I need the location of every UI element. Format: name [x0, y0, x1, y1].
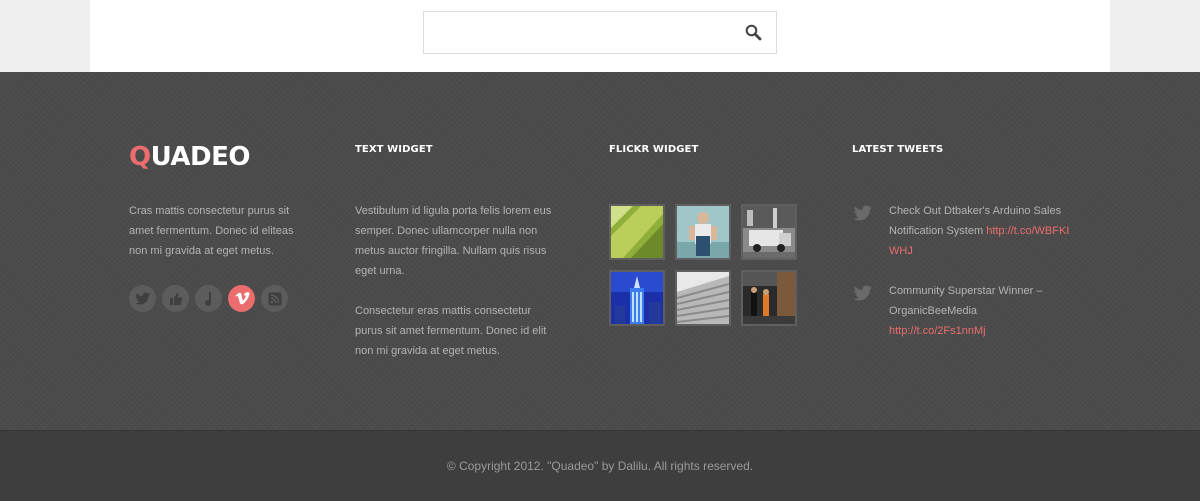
flickr-photo[interactable]	[741, 270, 797, 326]
copyright-text: © Copyright 2012. "Quadeo" by Dalilu. Al…	[446, 459, 754, 473]
search-input[interactable]	[424, 12, 724, 53]
vimeo-button[interactable]	[228, 285, 255, 312]
flickr-grid	[609, 204, 797, 326]
roof-lines-photo	[677, 272, 729, 324]
flickr-photo[interactable]	[675, 204, 731, 260]
rss-icon	[268, 292, 281, 305]
tweet-link[interactable]: http://t.co/2Fs1nnMj	[889, 325, 986, 337]
person-portrait-photo	[677, 206, 729, 258]
flickr-widget-title: FLICKR WIDGET	[609, 144, 699, 155]
search-icon	[745, 24, 761, 41]
social-links	[129, 285, 288, 312]
tweet-body: Community Superstar Winner – OrganicBeeM…	[889, 285, 1043, 317]
search-button[interactable]	[730, 12, 776, 53]
tweet-item: Community Superstar Winner – OrganicBeeM…	[852, 281, 1082, 341]
music-icon	[204, 291, 211, 306]
tweet-item: Check Out Dtbaker's Arduino Sales Notifi…	[852, 201, 1082, 261]
vimeo-icon	[234, 291, 250, 304]
logo[interactable]: QUADEO	[129, 141, 251, 173]
text-widget-paragraph: Consectetur eras mattis consectetur puru…	[355, 305, 547, 357]
flickr-photo[interactable]	[741, 204, 797, 260]
footer: QUADEO Cras mattis consectetur purus sit…	[0, 72, 1200, 430]
flickr-photo[interactable]	[609, 270, 665, 326]
like-button[interactable]	[162, 285, 189, 312]
latest-tweets-title: LATEST TWEETS	[852, 144, 944, 155]
flickr-photo[interactable]	[675, 270, 731, 326]
twitter-bird-icon	[853, 205, 872, 221]
search-box	[423, 11, 777, 54]
footer-bottom-bar: © Copyright 2012. "Quadeo" by Dalilu. Al…	[0, 430, 1200, 501]
flickr-photo[interactable]	[609, 204, 665, 260]
street-people-photo	[743, 272, 795, 324]
twitter-button[interactable]	[129, 285, 156, 312]
text-widget-paragraph: Vestibulum id ligula porta felis lorem e…	[355, 205, 552, 277]
twitter-icon	[135, 292, 150, 305]
music-button[interactable]	[195, 285, 222, 312]
text-widget-title: TEXT WIDGET	[355, 144, 433, 155]
tweet-text: Check Out Dtbaker's Arduino Sales Notifi…	[889, 201, 1079, 261]
city-tower-photo	[611, 272, 663, 324]
like-icon	[169, 292, 182, 305]
logo-accent-letter: Q	[129, 142, 151, 172]
brand-description: Cras mattis consectetur purus sit amet f…	[129, 205, 294, 257]
tweet-text: Community Superstar Winner – OrganicBeeM…	[889, 281, 1059, 341]
logo-text: UADEO	[150, 142, 251, 172]
twitter-bird-icon	[853, 285, 872, 301]
rss-button[interactable]	[261, 285, 288, 312]
street-truck-photo	[743, 206, 795, 258]
green-abstract-photo	[611, 206, 663, 258]
